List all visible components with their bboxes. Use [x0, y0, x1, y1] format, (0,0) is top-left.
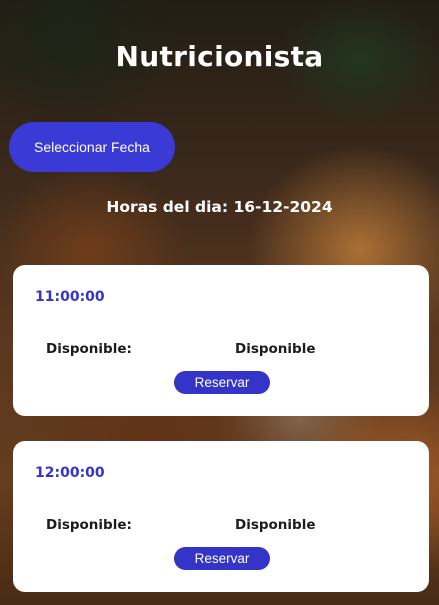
availability-label: Disponible: [46, 517, 132, 533]
slot-time: 11:00:00 [35, 289, 105, 305]
availability-label: Disponible: [46, 341, 132, 357]
page-title: Nutricionista [115, 40, 324, 73]
app-screen: Nutricionista Seleccionar Fecha Horas de… [0, 0, 439, 605]
time-slot-card: 12:00:00 Disponible: Disponible Reservar [13, 441, 429, 592]
availability-value: Disponible [235, 517, 316, 533]
time-slot-card: 11:00:00 Disponible: Disponible Reservar [13, 265, 429, 416]
select-date-button[interactable]: Seleccionar Fecha [9, 122, 175, 172]
availability-value: Disponible [235, 341, 316, 357]
main-content: Nutricionista Seleccionar Fecha Horas de… [0, 0, 439, 605]
hours-heading: Horas del dia: 16-12-2024 [106, 198, 333, 216]
slot-time: 12:00:00 [35, 465, 105, 481]
reserve-button[interactable]: Reservar [174, 547, 270, 570]
reserve-button[interactable]: Reservar [174, 371, 270, 394]
